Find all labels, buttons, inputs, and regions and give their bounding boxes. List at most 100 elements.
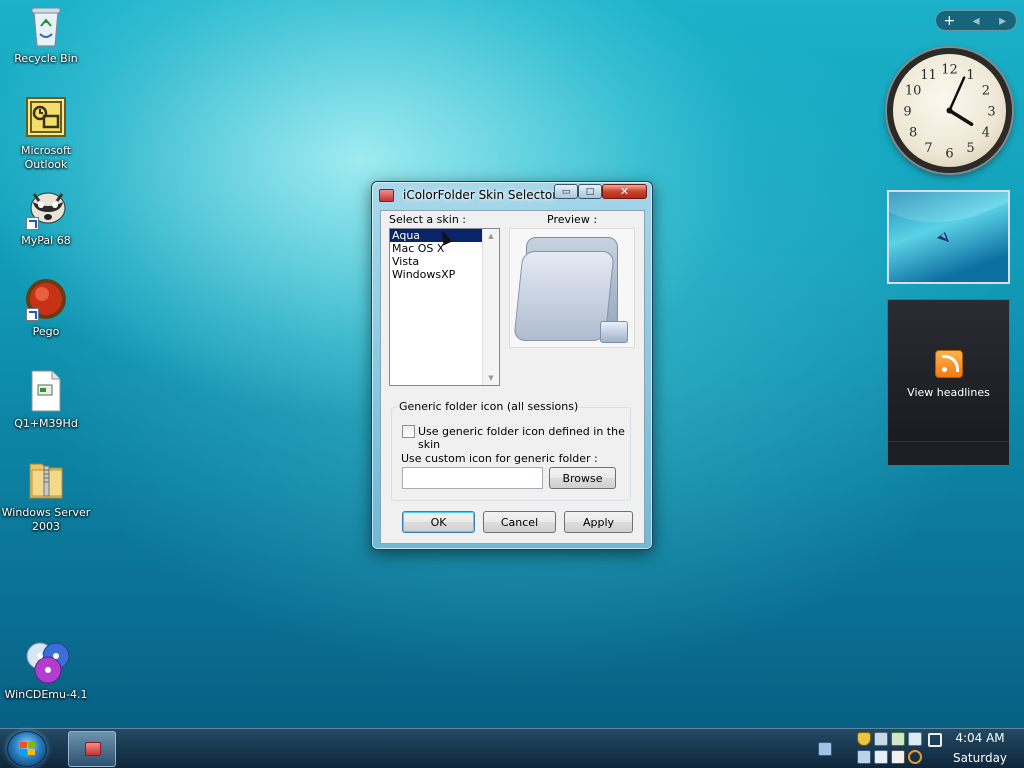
- desktop-icon-mypal[interactable]: MyPal 68: [1, 186, 91, 248]
- desktop-icon-wincdemu[interactable]: WinCDEmu-4.1: [1, 640, 91, 702]
- desktop-icon-recycle-bin[interactable]: Recycle Bin: [1, 4, 91, 66]
- desktop-icon-pego[interactable]: Pego: [1, 277, 91, 339]
- taskbar-day[interactable]: Saturday: [950, 751, 1010, 765]
- gadget-controls: + ◂ ▸: [935, 10, 1017, 31]
- pego-icon: [24, 277, 68, 321]
- taskbar-time[interactable]: 4:04 AM: [950, 731, 1010, 745]
- close-icon: ✕: [619, 185, 630, 198]
- dialog-titlebar[interactable]: iColorFolder Skin Selector ▭ □ ✕: [372, 182, 652, 210]
- clock-numeral: 2: [982, 84, 990, 99]
- clock-numeral: 4: [982, 126, 990, 141]
- document-icon: [24, 369, 68, 413]
- clock-center-pin: [946, 107, 953, 114]
- skin-list-item[interactable]: Mac OS X: [390, 242, 482, 255]
- preview-label: Preview :: [547, 213, 598, 226]
- ok-button[interactable]: OK: [402, 511, 475, 533]
- tray-network-icon[interactable]: [874, 732, 888, 746]
- desktop-icon-microsoft-outlook[interactable]: Microsoft Outlook: [1, 96, 91, 172]
- generic-folder-group-title: Generic folder icon (all sessions): [397, 400, 581, 413]
- skin-selector-dialog: iColorFolder Skin Selector ▭ □ ✕ Select …: [371, 181, 653, 550]
- skin-list-item[interactable]: WindowsXP: [390, 268, 482, 281]
- clock-numeral: 8: [909, 126, 917, 141]
- taskbar-button-icolorfolder[interactable]: [68, 731, 116, 767]
- raccoon-icon: [24, 186, 68, 230]
- skin-preview-pane: [509, 228, 635, 348]
- skin-list-item[interactable]: Vista: [390, 255, 482, 268]
- minimize-icon: ▭: [561, 186, 571, 197]
- tray-device-icon[interactable]: [857, 750, 871, 764]
- slideshow-image: [889, 192, 1008, 242]
- clock-numeral: 6: [945, 147, 953, 162]
- next-gadget-page-button[interactable]: ▸: [989, 13, 1016, 29]
- feed-headlines-gadget[interactable]: View headlines: [887, 299, 1010, 466]
- desktop-icon-label: Windows Server: [1, 506, 91, 519]
- apply-button[interactable]: Apply: [564, 511, 633, 533]
- windows-logo-icon: [20, 742, 36, 756]
- tray-document-icon[interactable]: [874, 750, 888, 764]
- desktop-icon-label: Microsoft: [20, 144, 72, 157]
- keyboard-language-icon[interactable]: [818, 742, 832, 756]
- preview-small-folder-icon: [600, 321, 628, 343]
- custom-icon-label: Use custom icon for generic folder :: [401, 452, 598, 465]
- add-gadget-button[interactable]: +: [936, 13, 963, 29]
- icolorfolder-app-icon: [379, 189, 394, 202]
- skin-list-item[interactable]: Aqua: [390, 229, 482, 242]
- skin-listbox[interactable]: Aqua Mac OS X Vista WindowsXP ▲ ▼: [389, 228, 500, 386]
- security-shield-icon[interactable]: [857, 732, 871, 746]
- taskbar: 4:04 AM Saturday: [0, 728, 1024, 768]
- dialog-client-area: Select a skin : Preview : Aqua Mac OS X …: [380, 210, 645, 544]
- desktop-icon-windows-server-2003[interactable]: Windows Server 2003: [1, 458, 91, 534]
- shortcut-arrow-icon: [26, 217, 39, 230]
- scroll-down-icon[interactable]: ▼: [483, 374, 499, 382]
- clock-minute-hand: [948, 76, 966, 112]
- custom-icon-path-input[interactable]: [402, 467, 543, 489]
- clock-numeral: 11: [920, 68, 937, 83]
- outlook-icon: [24, 96, 68, 140]
- feed-gadget-footer: [888, 441, 1009, 465]
- clock-numeral: 10: [905, 84, 922, 99]
- tray-display-icon[interactable]: [928, 733, 942, 747]
- clock-hour-hand: [947, 108, 974, 127]
- icolorfolder-app-icon: [85, 742, 101, 756]
- tray-check-icon[interactable]: [908, 732, 922, 746]
- desktop-icon-label-line2: Outlook: [24, 158, 68, 171]
- clock-face: 12 12 3 45678 9 1011: [903, 63, 995, 162]
- clock-numeral: 9: [903, 105, 911, 120]
- desktop-icon-label: Pego: [32, 325, 60, 338]
- desktop-icon-label: MyPal 68: [21, 234, 71, 247]
- use-generic-icon-label[interactable]: Use generic folder icon defined in the s…: [418, 425, 630, 451]
- cancel-button[interactable]: Cancel: [483, 511, 556, 533]
- maximize-icon: □: [585, 186, 595, 197]
- previous-gadget-page-button[interactable]: ◂: [963, 13, 990, 29]
- clock-numeral: 7: [924, 141, 932, 156]
- slideshow-gadget[interactable]: [887, 190, 1010, 284]
- desktop-icon-label-line2: 2003: [32, 520, 60, 533]
- desktop-icon-label: Recycle Bin: [14, 52, 78, 65]
- clock-numeral: 12: [941, 63, 958, 78]
- tray-update-icon[interactable]: [891, 732, 905, 746]
- clock-numeral: 5: [966, 141, 974, 156]
- browse-button[interactable]: Browse: [549, 467, 616, 489]
- start-button[interactable]: [7, 731, 47, 767]
- desktop-icon-label: WinCDEmu-4.1: [4, 688, 88, 701]
- shortcut-arrow-icon: [26, 308, 39, 321]
- clock-gadget[interactable]: 12 1 2 3 4 5 6 7 8 9 10 11: [887, 48, 1012, 173]
- view-headlines-label[interactable]: View headlines: [888, 386, 1009, 399]
- select-skin-label: Select a skin :: [389, 213, 466, 226]
- desktop-icon-q1m39hd[interactable]: Q1+M39Hd: [1, 369, 91, 431]
- tray-search-icon[interactable]: [908, 750, 922, 764]
- use-generic-icon-checkbox[interactable]: [402, 425, 415, 438]
- close-button[interactable]: ✕: [602, 184, 647, 199]
- listbox-scrollbar[interactable]: ▲ ▼: [482, 229, 499, 385]
- scroll-up-icon[interactable]: ▲: [483, 232, 499, 240]
- minimize-button[interactable]: ▭: [554, 184, 578, 199]
- recycle-bin-icon: [24, 4, 68, 48]
- dialog-title: iColorFolder Skin Selector: [403, 188, 558, 202]
- maximize-button[interactable]: □: [578, 184, 602, 199]
- zip-folder-icon: [24, 458, 68, 502]
- tray-text-icon[interactable]: [891, 750, 905, 764]
- desktop-icon-label: Q1+M39Hd: [14, 417, 78, 430]
- generic-folder-groupbox: Generic folder icon (all sessions) Use g…: [391, 400, 631, 501]
- rss-icon: [934, 350, 963, 378]
- cd-discs-icon: [24, 640, 70, 684]
